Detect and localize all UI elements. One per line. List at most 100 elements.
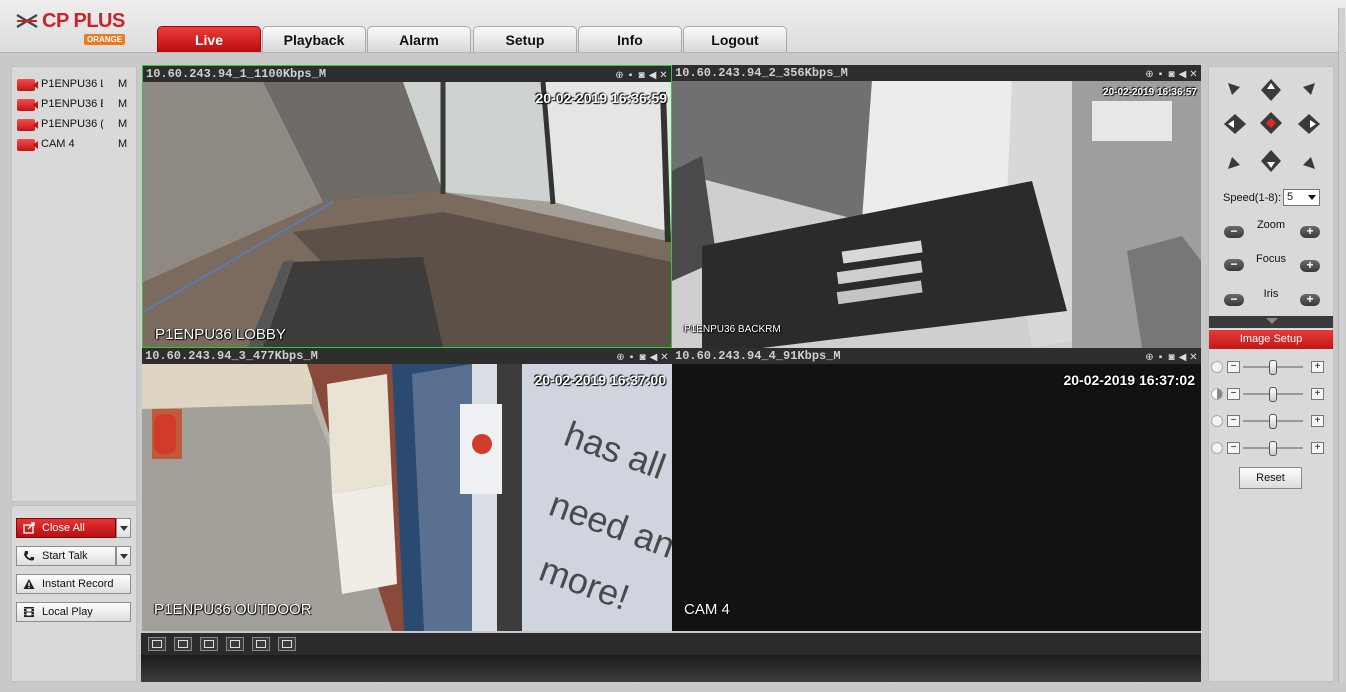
tab-alarm[interactable]: Alarm [367,26,471,52]
stream-type[interactable]: M [118,78,127,90]
contrast-slider-thumb[interactable] [1269,387,1277,402]
image-setup-header[interactable]: Image Setup [1209,330,1333,349]
audio-icon[interactable]: ◀ [1177,352,1188,363]
ptz-up-left-icon[interactable] [1226,81,1244,99]
video-timestamp: 20-02-2019 16:36:57 [1103,87,1197,98]
saturation-slider-row: − + [1211,413,1331,429]
tab-live[interactable]: Live [157,26,261,52]
fullscreen-icon[interactable] [200,637,218,651]
video-window-4[interactable]: 10.60.243.94_4_91Kbps_M ⊕ ▪ ◙ ◀ ✕ 20-02-2019… [672,348,1201,631]
stream-type[interactable]: M [118,118,127,130]
tab-info[interactable]: Info [578,26,682,52]
snapshot-icon[interactable]: ◙ [636,70,647,81]
zoom-icon[interactable]: ⊕ [615,352,626,363]
audio-icon[interactable]: ◀ [647,70,658,81]
ptz-down-left-icon[interactable] [1226,153,1244,171]
ptz-panel: Speed(1-8): 5 Zoom Focus Iris Image Setu… [1208,66,1334,682]
camera-list-item[interactable]: P1ENPU36 L M [17,77,135,93]
contrast-icon [1211,388,1223,400]
hue-track[interactable] [1243,441,1303,456]
lobby-scene [143,81,671,347]
speed-select[interactable]: 5 [1283,189,1320,206]
iris-open-button[interactable] [1300,292,1320,306]
snapshot-icon[interactable]: ◙ [637,352,648,363]
video-window-3[interactable]: 10.60.243.94_3_477Kbps_M ⊕ ▪ ◙ ◀ ✕ has all n… [142,348,672,631]
close-icon[interactable]: ✕ [1188,69,1199,80]
camera-list-item[interactable]: P1ENPU36 ( M [17,117,135,133]
hue-minus-button[interactable]: − [1227,442,1240,454]
scale-view-icon[interactable] [174,637,192,651]
snapshot-icon[interactable]: ◙ [1166,69,1177,80]
camera-icon [17,79,38,91]
camera-list-item[interactable]: P1ENPU36 E M [17,97,135,113]
lock-icon[interactable]: ▪ [626,352,637,363]
hue-slider-row: − + [1211,440,1331,456]
zoom-icon[interactable]: ⊕ [1144,69,1155,80]
single-view-icon[interactable] [252,637,270,651]
saturation-plus-button[interactable]: + [1311,415,1324,427]
ptz-up-icon[interactable] [1260,78,1282,102]
stream-header: 10.60.243.94_4_91Kbps_M [675,349,841,363]
reset-button[interactable]: Reset [1239,467,1302,489]
audio-icon[interactable]: ◀ [1177,69,1188,80]
warning-icon [23,579,35,589]
instant-record-label: Instant Record [42,578,114,590]
quad-view-icon[interactable] [278,637,296,651]
lock-icon[interactable]: ▪ [625,70,636,81]
saturation-minus-button[interactable]: − [1227,415,1240,427]
start-talk-dropdown[interactable] [116,546,131,566]
ptz-left-icon[interactable] [1223,113,1247,135]
ptz-center-icon[interactable] [1259,111,1283,135]
saturation-slider-thumb[interactable] [1269,414,1277,429]
stream-type[interactable]: M [118,138,127,150]
ptz-right-icon[interactable] [1297,113,1321,135]
zoom-in-button[interactable] [1300,224,1320,238]
video-title-bar: 10.60.243.94_2_356Kbps_M ⊕ ▪ ◙ ◀ ✕ [672,65,1201,81]
video-title-bar: 10.60.243.94_1_1100Kbps_M ⊕ ▪ ◙ ◀ ✕ [143,66,671,82]
top-bar: CP PLUS ORANGE Live Playback Alarm Setup… [0,0,1346,53]
local-play-button[interactable]: Local Play [16,602,131,622]
contrast-plus-button[interactable]: + [1311,388,1324,400]
close-icon[interactable]: ✕ [1188,352,1199,363]
video-osd-label: CAM 4 [684,601,730,618]
stream-header: 10.60.243.94_1_1100Kbps_M [146,67,327,81]
ptz-down-right-icon[interactable] [1299,153,1317,171]
start-talk-button[interactable]: Start Talk [16,546,116,566]
contrast-minus-button[interactable]: − [1227,388,1240,400]
video-window-1[interactable]: 10.60.243.94_1_1100Kbps_M ⊕ ▪ ◙ ◀ ✕ 20-02-20… [142,65,672,348]
zoom-icon[interactable]: ⊕ [1144,352,1155,363]
video-tools: ⊕ ▪ ◙ ◀ ✕ [1144,66,1199,80]
hd-view-icon[interactable] [148,637,166,651]
lock-icon[interactable]: ▪ [1155,352,1166,363]
audio-icon[interactable]: ◀ [648,352,659,363]
camera-list-item[interactable]: CAM 4 M [17,137,135,153]
close-all-dropdown[interactable] [116,518,131,538]
stream-type[interactable]: M [118,98,127,110]
focus-far-button[interactable] [1300,258,1320,272]
ptz-up-right-icon[interactable] [1299,81,1317,99]
snapshot-icon[interactable]: ◙ [1166,352,1177,363]
close-icon[interactable]: ✕ [658,70,669,81]
instant-record-button[interactable]: Instant Record [16,574,131,594]
contrast-track[interactable] [1243,387,1303,402]
close-all-button[interactable]: Close All [16,518,116,538]
brightness-minus-button[interactable]: − [1227,361,1240,373]
ptz-down-icon[interactable] [1260,149,1282,173]
close-icon[interactable]: ✕ [659,352,670,363]
ptz-collapse-toggle[interactable] [1209,316,1333,328]
split-view-icon[interactable] [226,637,244,651]
hue-plus-button[interactable]: + [1311,442,1324,454]
brightness-plus-button[interactable]: + [1311,361,1324,373]
lock-icon[interactable]: ▪ [1155,69,1166,80]
brightness-track[interactable] [1243,360,1303,375]
local-play-label: Local Play [42,606,93,618]
video-window-2[interactable]: 10.60.243.94_2_356Kbps_M ⊕ ▪ ◙ ◀ ✕ 20-02-201… [672,65,1201,348]
tab-setup[interactable]: Setup [473,26,577,52]
camera-name: P1ENPU36 E [41,98,103,110]
hue-slider-thumb[interactable] [1269,441,1277,456]
brightness-slider-thumb[interactable] [1269,360,1277,375]
tab-playback[interactable]: Playback [262,26,366,52]
saturation-track[interactable] [1243,414,1303,429]
tab-logout[interactable]: Logout [683,26,787,52]
zoom-icon[interactable]: ⊕ [614,70,625,81]
